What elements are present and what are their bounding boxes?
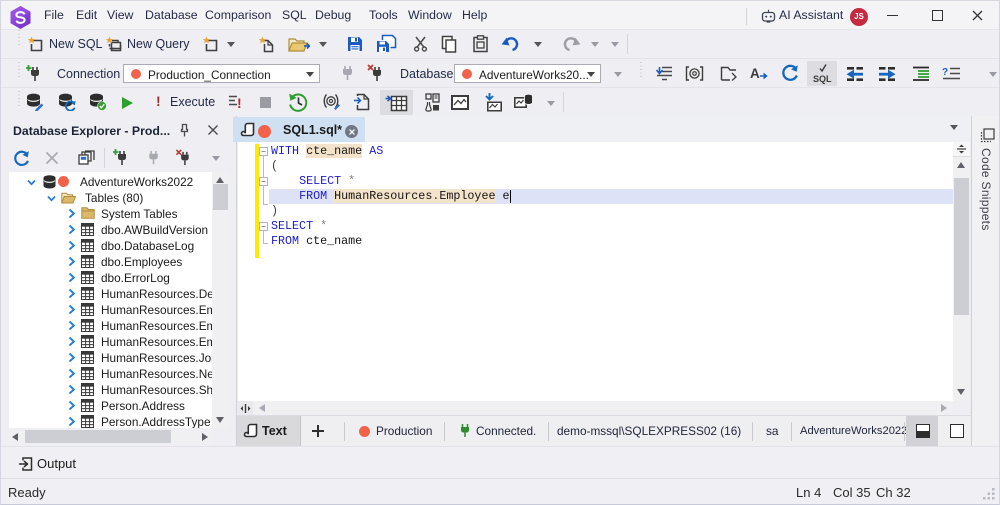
svg-text:?: ? <box>942 67 948 78</box>
svg-text:SQL: SQL <box>813 74 832 84</box>
svg-text:A: A <box>750 66 760 81</box>
svg-text:!: ! <box>237 95 242 110</box>
